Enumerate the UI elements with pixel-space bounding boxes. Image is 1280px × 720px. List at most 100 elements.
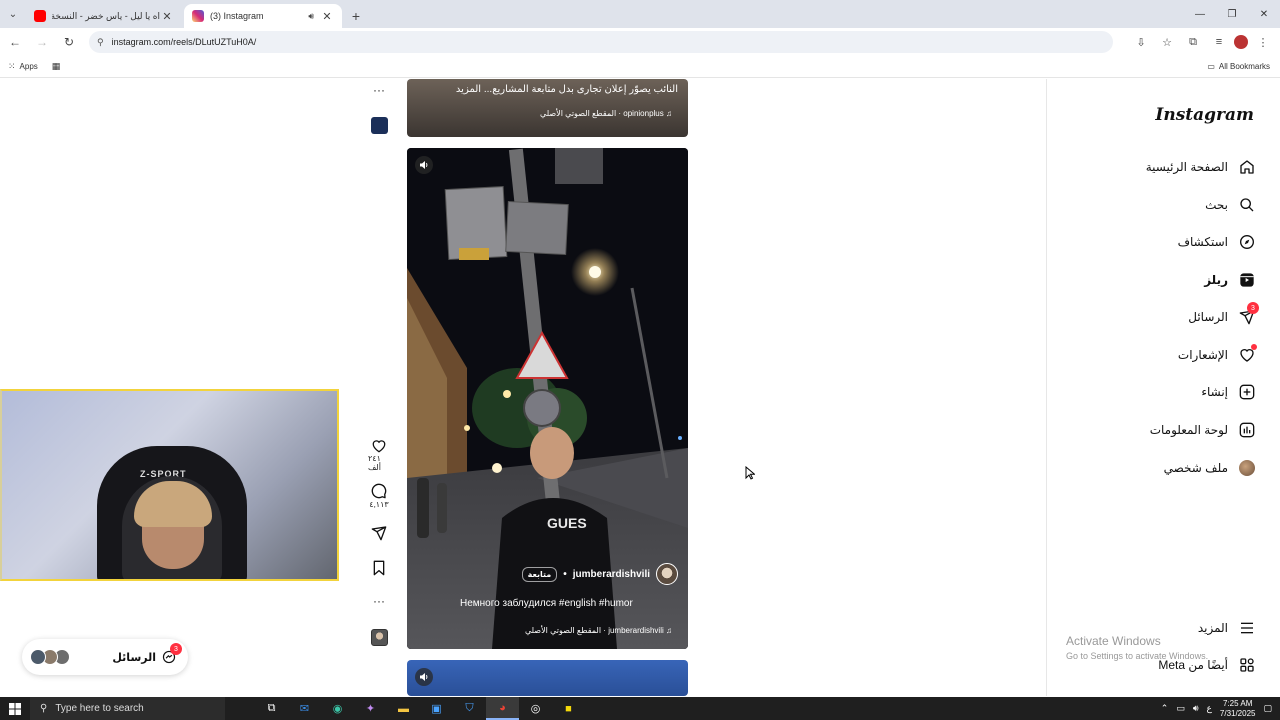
extensions-icon[interactable]: ⧉ [1182, 31, 1204, 53]
author-avatar[interactable] [656, 563, 678, 585]
reel-audio-label: jumberardishvili · المقطع الصوتي الأصلي [524, 626, 664, 635]
tray-chevron-icon[interactable]: ⌃ [1161, 703, 1169, 714]
tab-youtube[interactable]: اه يا ليل - ياس خضر - النسخة الأ ✕ [26, 4, 182, 28]
obs-icon[interactable]: ◎ [519, 697, 552, 720]
bookmark-star-icon[interactable]: ☆ [1156, 31, 1178, 53]
reel-audio[interactable]: ♫ jumberardishvili · المقطع الصوتي الأصل… [525, 626, 672, 635]
chrome-icon[interactable]: ◕ [486, 697, 519, 720]
volume-icon[interactable]: 🔊︎ [1193, 703, 1199, 714]
reel-prev-audio-thumb[interactable] [368, 117, 390, 134]
nav-also-from-meta[interactable]: أيضًا من Meta [1158, 656, 1256, 674]
search-placeholder: Type here to search [55, 703, 144, 714]
mute-toggle[interactable] [415, 156, 433, 174]
reel-next[interactable] [407, 660, 688, 696]
minimize-icon[interactable]: — [1184, 0, 1216, 28]
all-bookmarks[interactable]: ▭ All Bookmarks [1207, 62, 1270, 71]
defender-icon[interactable]: ⛉ [453, 697, 486, 720]
folder-icon: ▭ [1207, 62, 1215, 71]
bookmarks-bar: ⁙ Apps ▦ ▭ All Bookmarks [0, 56, 1280, 78]
message-avatars [30, 649, 70, 665]
install-app-icon[interactable]: ⇩ [1130, 31, 1152, 53]
close-tab-icon[interactable]: ✕ [160, 10, 174, 23]
notification-center-icon[interactable]: ▢ [1263, 703, 1272, 714]
restore-icon[interactable]: ❐ [1216, 0, 1248, 28]
back-icon[interactable]: ← [3, 30, 27, 54]
reel-audio[interactable]: ♫ opinionplus · المقطع الصوتي الأصلي [540, 109, 672, 118]
share-icon[interactable] [371, 525, 387, 541]
reel-caption[interactable]: Немного заблудился #english #humor [460, 598, 633, 609]
apps-shortcut[interactable]: ⁙ Apps [8, 61, 38, 72]
taskbar-search[interactable]: ⚲ Type here to search [30, 697, 225, 720]
close-window-icon[interactable]: ✕ [1248, 0, 1280, 28]
nav-label: بحث [1205, 198, 1228, 212]
input-language[interactable]: ع [1207, 703, 1212, 714]
messages-pill[interactable]: 3 الرسائل [22, 639, 188, 675]
nav-label: لوحة المعلومات [1149, 423, 1228, 437]
comment-count: ٤,١١٣ [369, 500, 389, 509]
nav-label: الإشعارات [1177, 348, 1228, 362]
nav-reels[interactable]: ريلز [1204, 271, 1256, 289]
nav-explore[interactable]: استكشاف [1178, 233, 1256, 251]
tab-title: اه يا ليل - ياس خضر - النسخة الأ [52, 10, 160, 21]
site-info-icon[interactable]: ⚲ [97, 37, 104, 48]
system-tray: ⌃ ▭ 🔊︎ ع 7:25 AM 7/31/2025 ▢ [1161, 699, 1280, 719]
nav-search[interactable]: بحث [1205, 196, 1256, 214]
heart-icon [1238, 344, 1257, 364]
profile-avatar[interactable] [1234, 35, 1248, 49]
reload-icon[interactable]: ↻ [57, 30, 81, 54]
nav-label: الصفحة الرئيسية [1145, 160, 1228, 174]
nav-label: الرسائل [1188, 310, 1228, 324]
nav-home[interactable]: الصفحة الرئيسية [1146, 158, 1256, 176]
webcam-overlay: Z-SPORT [0, 389, 339, 581]
media-control-icon[interactable]: ≡ [1208, 31, 1230, 53]
more-options-icon[interactable]: ··· [373, 594, 385, 608]
heart-icon[interactable] [371, 439, 387, 453]
outlook-icon[interactable]: ✉ [288, 697, 321, 720]
nav-label: استكشاف [1177, 235, 1228, 249]
mute-toggle[interactable] [415, 668, 433, 686]
close-tab-icon[interactable]: ✕ [320, 10, 334, 23]
windows-start-icon[interactable] [0, 702, 30, 715]
reel-main-video[interactable]: GUES jumberardishvili • متابعة Немного з… [407, 148, 688, 649]
tab-strip: ⌄ اه يا ليل - ياس خضر - النسخة الأ ✕ (3)… [0, 0, 1280, 28]
file-explorer-icon[interactable]: ▬ [387, 697, 420, 720]
clock[interactable]: 7:25 AM 7/31/2025 [1220, 699, 1256, 719]
nav-messages[interactable]: 3 الرسائل [1188, 302, 1259, 326]
reel-previous[interactable]: النائب يصوّر إعلان تجارى بدل متابعة المش… [407, 79, 688, 137]
more-options-icon[interactable]: ··· [373, 83, 385, 97]
kebab-menu-icon[interactable]: ⋮ [1252, 31, 1274, 53]
forward-icon[interactable]: → [30, 30, 54, 54]
reel-prev-actions: ··· [368, 83, 390, 97]
copilot-icon[interactable]: ✦ [354, 697, 387, 720]
messenger-icon: 3 [1238, 302, 1259, 326]
audio-thumb-action[interactable] [368, 629, 390, 646]
follow-button[interactable]: متابعة [521, 566, 558, 582]
task-view-icon[interactable]: ⧉ [255, 697, 288, 720]
new-tab-button[interactable]: + [344, 4, 368, 28]
instagram-logo[interactable]: Instagram [1155, 105, 1254, 125]
audio-thumbnail[interactable] [370, 117, 388, 134]
network-icon[interactable]: ▭ [1176, 703, 1185, 714]
tab-groups-icon[interactable]: ▦ [52, 61, 61, 72]
tab-instagram[interactable]: (3) Instagram 🔊︎ ✕ [184, 4, 342, 28]
comment-icon[interactable] [371, 483, 387, 499]
nav-label: المزيد [1197, 621, 1228, 635]
sticky-notes-icon[interactable]: ■ [552, 697, 585, 720]
all-bookmarks-label: All Bookmarks [1218, 62, 1270, 71]
address-bar[interactable]: ⚲ instagram.com/reels/DLutUZTuH0A/ [89, 31, 1113, 53]
nav-profile[interactable]: ملف شخصي [1164, 459, 1256, 477]
audio-thumbnail[interactable] [370, 629, 388, 646]
nav-more[interactable]: المزيد [1198, 619, 1256, 637]
search-icon [1238, 196, 1256, 214]
speaker-icon[interactable]: 🔊︎ [308, 11, 314, 22]
nav-dashboard[interactable]: لوحة المعلومات [1150, 421, 1256, 439]
apps-grid-icon: ⁙ [8, 61, 16, 71]
edge-icon[interactable]: ◉ [321, 697, 354, 720]
author-username[interactable]: jumberardishvili [573, 569, 650, 580]
nav-notifications[interactable]: الإشعارات [1177, 344, 1257, 364]
bookmark-icon[interactable] [372, 560, 386, 576]
compass-icon [1238, 233, 1256, 251]
tab-search-chevron-icon[interactable]: ⌄ [0, 0, 26, 28]
store-icon[interactable]: ▣ [420, 697, 453, 720]
nav-create[interactable]: إنشاء [1201, 383, 1256, 401]
